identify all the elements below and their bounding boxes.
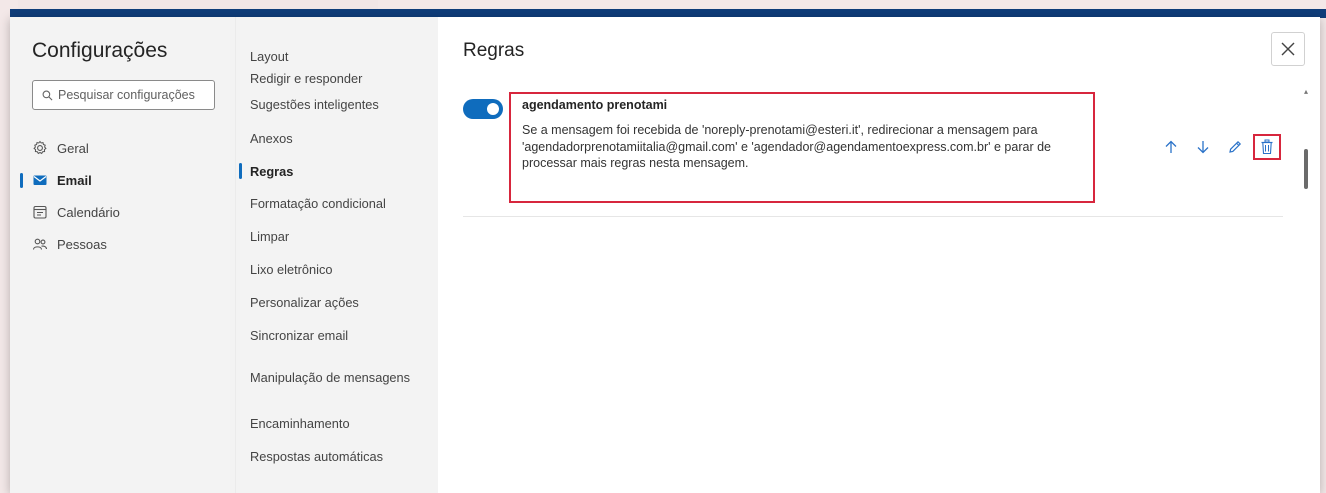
page-title: Regras xyxy=(463,40,525,61)
rule-row: agendamento prenotami Se a mensagem foi … xyxy=(463,91,1283,217)
menu-item-personalizar-acoes[interactable]: Personalizar ações xyxy=(250,286,438,319)
menu-item-label: Respostas automáticas xyxy=(250,448,384,464)
delete-rule-button[interactable] xyxy=(1253,134,1281,160)
menu-item-regras[interactable]: Regras xyxy=(239,155,438,187)
menu-item-layout[interactable]: Layout xyxy=(250,44,438,68)
rule-name: agendamento prenotami xyxy=(522,98,668,112)
search-box[interactable] xyxy=(32,80,215,110)
calendar-icon xyxy=(33,205,47,219)
menu-item-redigir-e-responder[interactable]: Redigir e responder xyxy=(250,70,438,87)
settings-categories-panel: Configurações Geral Email xyxy=(10,17,235,493)
category-label: Email xyxy=(57,172,92,188)
search-icon xyxy=(42,90,53,100)
category-calendario[interactable]: Calendário xyxy=(32,196,235,228)
menu-item-label: Layout xyxy=(250,48,289,64)
arrow-down-icon xyxy=(1197,141,1209,154)
category-label: Geral xyxy=(57,140,89,156)
search-input[interactable] xyxy=(58,88,208,102)
menu-item-label: Sugestões inteligentes xyxy=(250,96,379,112)
arrow-up-icon xyxy=(1165,140,1177,153)
pencil-icon xyxy=(1229,140,1242,153)
rule-summary-highlight: agendamento prenotami Se a mensagem foi … xyxy=(509,92,1095,203)
category-email[interactable]: Email xyxy=(20,164,235,196)
edit-rule-button[interactable] xyxy=(1219,134,1251,160)
menu-item-label: Personalizar ações xyxy=(250,295,359,310)
move-down-button[interactable] xyxy=(1187,134,1219,160)
move-up-button[interactable] xyxy=(1155,134,1187,160)
rule-description: Se a mensagem foi recebida de 'noreply-p… xyxy=(522,123,1051,170)
category-geral[interactable]: Geral xyxy=(32,132,235,164)
close-icon xyxy=(1281,42,1295,56)
rules-content: Regras agendamento prenotami Se a mensag… xyxy=(438,17,1320,493)
menu-item-sincronizar-email[interactable]: Sincronizar email xyxy=(250,319,438,352)
close-button[interactable] xyxy=(1271,32,1305,66)
menu-item-limpar[interactable]: Limpar xyxy=(250,220,438,253)
toggle-knob xyxy=(487,103,499,115)
settings-dialog: Configurações Geral Email xyxy=(10,17,1320,493)
category-pessoas[interactable]: Pessoas xyxy=(32,228,235,260)
scrollbar-thumb[interactable] xyxy=(1304,149,1308,189)
gear-icon xyxy=(33,140,47,155)
menu-item-label: Redigir e responder xyxy=(250,71,363,86)
menu-item-label: Regras xyxy=(250,163,294,179)
menu-item-label: Manipulação de mensagens xyxy=(250,369,411,385)
menu-item-label: Anexos xyxy=(250,130,293,146)
settings-title: Configurações xyxy=(32,39,168,62)
mail-icon xyxy=(33,175,47,185)
menu-item-lixo-eletronico[interactable]: Lixo eletrônico xyxy=(250,253,438,286)
rule-enabled-toggle[interactable] xyxy=(463,99,503,119)
menu-item-respostas-automaticas[interactable]: Respostas automáticas xyxy=(250,444,438,468)
menu-item-label: Sincronizar email xyxy=(250,328,349,343)
window-top-band xyxy=(0,0,1326,18)
menu-item-formatacao-condicional[interactable]: Formatação condicional xyxy=(250,187,438,220)
menu-item-encaminhamento[interactable]: Encaminhamento xyxy=(250,402,438,444)
category-label: Pessoas xyxy=(57,236,107,252)
menu-item-anexos[interactable]: Anexos xyxy=(250,121,438,155)
email-settings-menu: Layout Redigir e responder Sugestões int… xyxy=(235,17,438,493)
menu-item-label: Lixo eletrônico xyxy=(250,262,333,277)
menu-item-label: Formatação condicional xyxy=(250,196,386,211)
category-label: Calendário xyxy=(57,204,120,220)
menu-item-label: Limpar xyxy=(250,229,290,244)
people-icon xyxy=(32,238,48,250)
trash-icon xyxy=(1261,139,1273,155)
menu-item-label: Encaminhamento xyxy=(250,415,350,431)
scroll-up-arrow[interactable]: ▴ xyxy=(1304,88,1308,96)
menu-item-sugestoes-inteligentes[interactable]: Sugestões inteligentes xyxy=(250,87,438,121)
rule-actions xyxy=(1155,134,1281,160)
menu-item-manipulacao-de-mensagens[interactable]: Manipulação de mensagens xyxy=(250,352,438,402)
